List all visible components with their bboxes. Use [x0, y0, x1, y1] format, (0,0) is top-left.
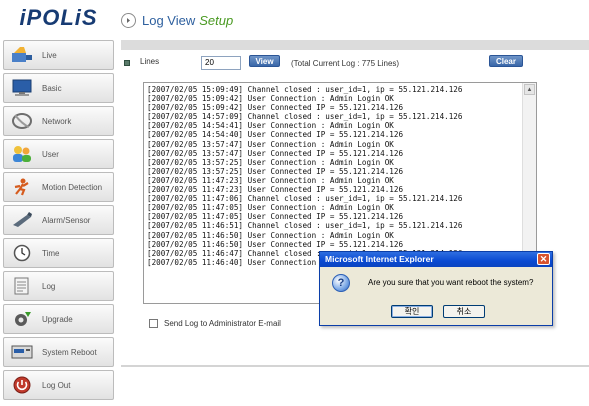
sidebar-item-log[interactable]: Log [3, 271, 114, 301]
upgrade-icon [10, 309, 34, 329]
sidebar-item-label: Live [42, 50, 57, 60]
question-icon: ? [332, 274, 350, 292]
send-log-email-checkbox[interactable] [149, 319, 158, 328]
arrow-right-icon [121, 12, 136, 28]
page-subtitle: Setup [199, 12, 234, 28]
close-icon[interactable]: ✕ [537, 253, 550, 265]
log-line: [2007/02/05 11:46:51] Channel closed : u… [147, 221, 463, 231]
section-bar [121, 40, 589, 50]
reboot-confirm-dialog: Microsoft Internet Explorer ✕ ? Are you … [319, 251, 553, 326]
alarm-sensor-icon [10, 210, 34, 230]
log-line: [2007/02/05 11:47:23] User Connected IP … [147, 185, 404, 195]
sidebar-item-alarm-sensor[interactable]: Alarm/Sensor [3, 205, 114, 235]
sidebar-item-user[interactable]: User [3, 139, 114, 169]
sidebar-item-basic[interactable]: Basic [3, 73, 114, 103]
log-line: [2007/02/05 13:57:47] User Connection : … [147, 139, 394, 149]
monitor-icon [10, 78, 34, 98]
log-line: [2007/02/05 15:09:42] User Connection : … [147, 94, 394, 104]
sidebar-item-label: Log [42, 281, 56, 291]
sidebar-item-label: User [42, 149, 59, 159]
log-line: [2007/02/05 14:57:09] Channel closed : u… [147, 112, 463, 122]
log-line: [2007/02/05 11:46:50] User Connected IP … [147, 239, 404, 249]
network-icon [10, 111, 34, 131]
cancel-button[interactable]: 취소 [443, 305, 485, 318]
log-line: [2007/02/05 11:47:05] User Connected IP … [147, 212, 404, 222]
sidebar-item-system-reboot[interactable]: System Reboot [3, 337, 114, 367]
log-line: [2007/02/05 11:47:05] User Connection : … [147, 203, 394, 213]
system-reboot-icon [10, 342, 34, 362]
section-divider [121, 365, 589, 367]
ipolis-logo: iPOLiS [19, 5, 98, 30]
log-line: [2007/02/05 15:09:49] Channel closed : u… [147, 85, 463, 94]
log-line: [2007/02/05 14:54:41] User Connection : … [147, 121, 394, 131]
bullet-icon [124, 60, 130, 66]
log-line: [2007/02/05 11:47:23] User Connection : … [147, 175, 394, 185]
sidebar-item-label: Network [42, 116, 72, 126]
sidebar-item-time[interactable]: Time [3, 238, 114, 268]
log-line: [2007/02/05 13:57:25] User Connected IP … [147, 166, 404, 176]
log-line: [2007/02/05 13:57:25] User Connection : … [147, 157, 394, 167]
sidebar-item-label: Alarm/Sensor [42, 215, 91, 225]
clock-icon [10, 243, 34, 263]
clear-button[interactable]: Clear [489, 55, 523, 67]
dialog-message: Are you sure that you want reboot the sy… [368, 278, 534, 287]
ok-button[interactable]: 확인 [391, 305, 433, 318]
sidebar-item-label: Basic [42, 83, 62, 93]
sidebar-item-motion-detection[interactable]: Motion Detection [3, 172, 114, 202]
page-header: Log View Setup [121, 10, 233, 30]
log-out-icon [10, 375, 34, 395]
dialog-title: Microsoft Internet Explorer [325, 254, 434, 264]
log-line: [2007/02/05 13:57:47] User Connected IP … [147, 148, 404, 158]
sidebar-item-upgrade[interactable]: Upgrade [3, 304, 114, 334]
sidebar-item-label: Motion Detection [42, 182, 103, 192]
sidebar-item-network[interactable]: Network [3, 106, 114, 136]
sidebar-item-label: Upgrade [42, 314, 73, 324]
log-line: [2007/02/05 11:46:50] User Connection : … [147, 230, 394, 240]
send-log-email-label: Send Log to Administrator E-mail [164, 319, 281, 328]
log-icon [10, 276, 34, 296]
live-camera-icon [10, 45, 34, 65]
log-line: [2007/02/05 14:54:40] User Connected IP … [147, 130, 404, 140]
motion-detection-icon [10, 177, 34, 197]
log-line: [2007/02/05 15:09:42] User Connected IP … [147, 103, 404, 113]
sidebar-item-label: System Reboot [42, 347, 97, 357]
sidebar: iPOLiS Live Basic Network User Motion De… [0, 0, 117, 406]
sidebar-item-label: Log Out [42, 380, 71, 390]
dialog-titlebar[interactable]: Microsoft Internet Explorer ✕ [320, 252, 552, 267]
lines-input[interactable]: 20 [201, 56, 241, 70]
view-button[interactable]: View [249, 55, 280, 67]
lines-label: Lines [140, 57, 160, 66]
users-icon [10, 144, 34, 164]
sidebar-item-live[interactable]: Live [3, 40, 114, 70]
page-title: Log View [142, 12, 196, 28]
log-line: [2007/02/05 11:47:06] Channel closed : u… [147, 194, 463, 204]
total-log-count: (Total Current Log : 775 Lines) [291, 59, 400, 68]
sidebar-item-log-out[interactable]: Log Out [3, 370, 114, 400]
sidebar-item-label: Time [42, 248, 60, 258]
scroll-up-arrow-icon[interactable]: ▲ [524, 84, 535, 95]
